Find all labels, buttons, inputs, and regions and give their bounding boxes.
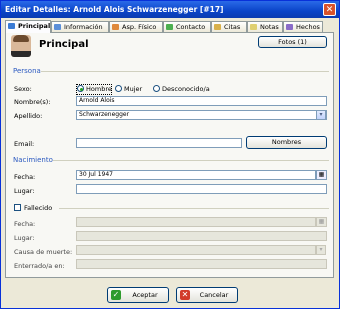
edit-details-window: Editar Detalles: Arnold Alois Schwarzene… xyxy=(0,0,340,309)
tab-label: Contacto xyxy=(176,23,206,31)
radio-hombre-label: Hombre xyxy=(86,85,112,93)
fecha-nacimiento-input[interactable]: 30 Jul 1947 xyxy=(76,170,316,180)
close-window-button[interactable]: ✕ xyxy=(323,3,336,16)
email-input[interactable] xyxy=(76,138,242,148)
persona-separator xyxy=(41,71,329,72)
facts-icon xyxy=(286,24,293,30)
nombres-input[interactable]: Arnold Alois xyxy=(76,96,327,106)
photos-button[interactable]: Fotos (1) xyxy=(258,36,327,48)
tab-citas[interactable]: Citas xyxy=(211,21,247,32)
tab-label: Hechos xyxy=(296,23,320,31)
lugar-nacimiento-label: Lugar: xyxy=(14,187,35,195)
info-icon xyxy=(54,24,61,30)
lugar-muerte-input xyxy=(76,231,327,241)
nombres-button[interactable]: Nombres xyxy=(246,136,327,149)
nacimiento-group-label: Nacimiento xyxy=(13,156,53,164)
tab-asp-fisico[interactable]: Asp. Físico xyxy=(109,21,163,32)
tab-contacto[interactable]: Contacto xyxy=(163,21,211,32)
lugar-muerte-label: Lugar: xyxy=(14,234,35,242)
calendar-disabled-icon: ▦ xyxy=(316,217,327,227)
enterrado-label: Enterrado/a en: xyxy=(14,262,65,270)
email-label: Email: xyxy=(14,140,35,148)
causa-muerte-label: Causa de muerte: xyxy=(14,248,73,256)
fecha-nacimiento-label: Fecha: xyxy=(14,173,36,181)
fallecido-label: Fallecido xyxy=(24,204,53,212)
fallecido-separator xyxy=(59,208,329,209)
tab-principal[interactable]: Principal xyxy=(5,20,51,33)
person-icon xyxy=(8,23,15,29)
tab-label: Información xyxy=(64,23,103,31)
contact-icon xyxy=(166,24,173,30)
appointments-icon xyxy=(214,24,221,30)
principal-panel xyxy=(5,32,334,278)
radio-selected-dot xyxy=(79,87,83,91)
radio-desconocido-label: Desconocido/a xyxy=(162,85,210,93)
fallecido-checkbox[interactable] xyxy=(14,204,21,211)
window-title: Editar Detalles: Arnold Alois Schwarzene… xyxy=(5,5,224,14)
chevron-down-icon[interactable]: ▾ xyxy=(316,110,326,120)
tab-label: Citas xyxy=(224,23,241,31)
accept-button[interactable]: ✓ Aceptar xyxy=(107,287,169,303)
enterrado-input xyxy=(76,259,327,269)
sexo-label: Sexo: xyxy=(14,85,32,93)
accept-button-label: Aceptar xyxy=(132,291,158,299)
tab-informacion[interactable]: Información xyxy=(51,21,109,32)
person-avatar xyxy=(11,35,31,57)
fecha-muerte-label: Fecha: xyxy=(14,220,36,228)
radio-hombre[interactable] xyxy=(77,85,84,92)
apellido-label: Apellido: xyxy=(14,112,43,120)
tab-label: Notas xyxy=(260,23,279,31)
tab-label: Principal xyxy=(18,22,51,30)
photos-button-label: Fotos (1) xyxy=(278,38,307,46)
radio-desconocido[interactable] xyxy=(153,85,160,92)
cancel-button[interactable]: ✕ Cancelar xyxy=(176,287,238,303)
tab-hechos[interactable]: Hechos xyxy=(283,21,323,32)
tab-label: Asp. Físico xyxy=(122,23,157,31)
cancel-icon: ✕ xyxy=(180,290,190,300)
nacimiento-separator xyxy=(53,160,329,161)
cancel-button-label: Cancelar xyxy=(199,291,229,299)
lugar-nacimiento-input[interactable] xyxy=(76,184,327,194)
avatar-hair xyxy=(13,35,29,42)
radio-mujer-label: Mujer xyxy=(124,85,143,93)
notes-icon xyxy=(250,24,257,30)
calendar-icon[interactable]: ▦ xyxy=(316,170,327,180)
body-icon xyxy=(112,24,119,30)
check-icon: ✓ xyxy=(111,290,121,300)
nombres-button-label: Nombres xyxy=(271,138,302,146)
page-title: Principal xyxy=(39,39,89,50)
title-bar: Editar Detalles: Arnold Alois Schwarzene… xyxy=(1,1,339,18)
causa-muerte-input xyxy=(76,245,316,255)
nombres-label: Nombre(s): xyxy=(14,98,51,106)
tab-notas[interactable]: Notas xyxy=(247,21,283,32)
apellido-input[interactable]: Schwarzenegger xyxy=(76,110,327,120)
avatar-suit xyxy=(11,51,31,57)
chevron-down-disabled-icon: ▾ xyxy=(316,245,326,255)
persona-group-label: Persona xyxy=(13,67,41,75)
fecha-muerte-input xyxy=(76,217,316,227)
radio-mujer[interactable] xyxy=(115,85,122,92)
